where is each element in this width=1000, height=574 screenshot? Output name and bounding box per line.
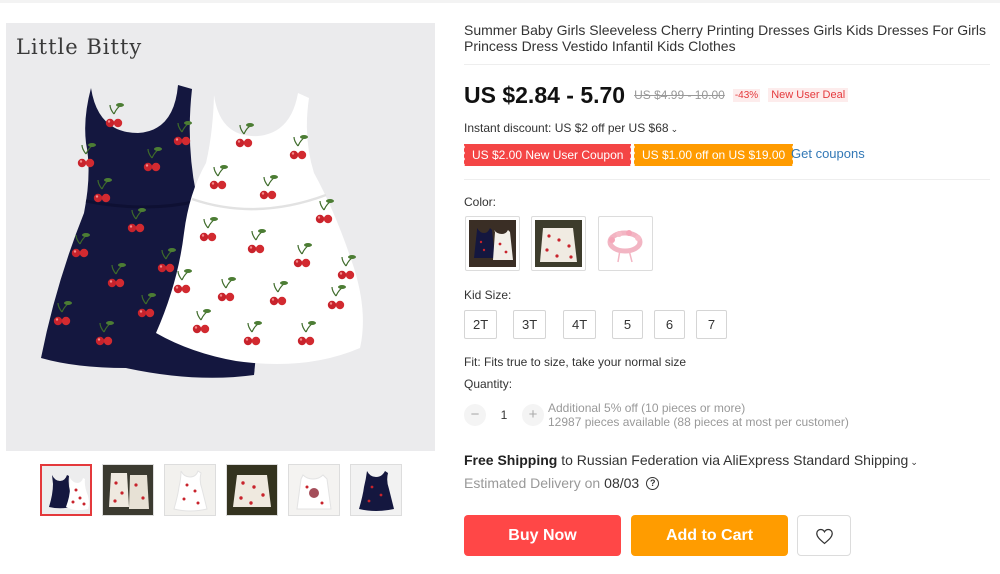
- shipping-details: to Russian Federation via AliExpress Sta…: [561, 452, 909, 468]
- main-product-image[interactable]: Little Bitty: [6, 23, 435, 451]
- chevron-down-icon: ⌄: [670, 124, 679, 134]
- color-swatch-2[interactable]: [531, 216, 586, 271]
- get-coupons-link[interactable]: Get coupons: [791, 146, 865, 161]
- dresses-illustration: [41, 85, 363, 378]
- stock-availability: 12987 pieces available (88 pieces at mos…: [548, 415, 849, 429]
- delivery-date: 08/03: [604, 475, 640, 491]
- thumbnail-2[interactable]: [102, 464, 154, 516]
- current-price: US $2.84 - 5.70: [464, 81, 626, 108]
- thumbnail-4[interactable]: [226, 464, 278, 516]
- brand-logo: Little Bitty: [16, 35, 143, 59]
- size-option-3t[interactable]: 3T: [513, 310, 547, 339]
- top-border: [0, 0, 1000, 3]
- product-title: Summer Baby Girls Sleeveless Cherry Prin…: [464, 22, 987, 54]
- thumbnail-6[interactable]: [350, 464, 402, 516]
- store-coupon[interactable]: US $1.00 off on US $19.00: [632, 144, 794, 166]
- chevron-down-icon: ⌄: [910, 457, 918, 467]
- thumbnail-1[interactable]: [40, 464, 92, 516]
- divider: [464, 64, 990, 65]
- buy-now-button[interactable]: Buy Now: [464, 515, 621, 556]
- discount-badge: -43%: [732, 88, 761, 102]
- heart-icon: [816, 528, 833, 545]
- size-option-4t[interactable]: 4T: [563, 310, 597, 339]
- thumbnail-5[interactable]: [288, 464, 340, 516]
- quantity-note: Additional 5% off (10 pieces or more) 12…: [548, 401, 849, 429]
- original-price: US $4.99 - 10.00: [634, 88, 725, 102]
- color-label: Color:: [464, 195, 497, 209]
- size-label: Kid Size:: [464, 288, 512, 302]
- add-to-cart-button[interactable]: Add to Cart: [631, 515, 788, 556]
- color-swatch-1[interactable]: [465, 216, 520, 271]
- quantity-stepper: − 1 +: [464, 403, 544, 427]
- new-user-coupon[interactable]: US $2.00 New User Coupon: [462, 144, 632, 166]
- divider: [464, 179, 990, 180]
- size-option-5[interactable]: 5: [612, 310, 643, 339]
- size-option-2t[interactable]: 2T: [464, 310, 498, 339]
- size-option-7[interactable]: 7: [696, 310, 727, 339]
- quantity-minus-button[interactable]: −: [464, 404, 486, 426]
- thumbnail-3[interactable]: [164, 464, 216, 516]
- instant-discount[interactable]: Instant discount: US $2 off per US $68 ⌄: [464, 121, 678, 135]
- color-swatch-3[interactable]: [598, 216, 653, 271]
- fit-note: Fit: Fits true to size, take your normal…: [464, 355, 687, 369]
- quantity-plus-button[interactable]: +: [522, 404, 544, 426]
- wishlist-button[interactable]: [797, 515, 851, 556]
- estimated-delivery: Estimated Delivery on 08/03 ?: [464, 475, 660, 491]
- delivery-label: Estimated Delivery on: [464, 475, 601, 491]
- help-icon[interactable]: ?: [646, 476, 660, 490]
- instant-discount-text: Instant discount: US $2 off per US $68: [464, 121, 669, 135]
- free-shipping-label: Free Shipping: [464, 452, 558, 468]
- bulk-discount-note: Additional 5% off (10 pieces or more): [548, 401, 746, 415]
- quantity-label: Quantity:: [464, 377, 513, 391]
- shipping-info[interactable]: Free Shipping to Russian Federation via …: [464, 452, 918, 468]
- size-option-6[interactable]: 6: [654, 310, 685, 339]
- price-row: US $2.84 - 5.70 US $4.99 - 10.00 -43% Ne…: [464, 80, 849, 110]
- quantity-input[interactable]: 1: [486, 408, 522, 422]
- new-user-deal-badge: New User Deal: [768, 88, 849, 102]
